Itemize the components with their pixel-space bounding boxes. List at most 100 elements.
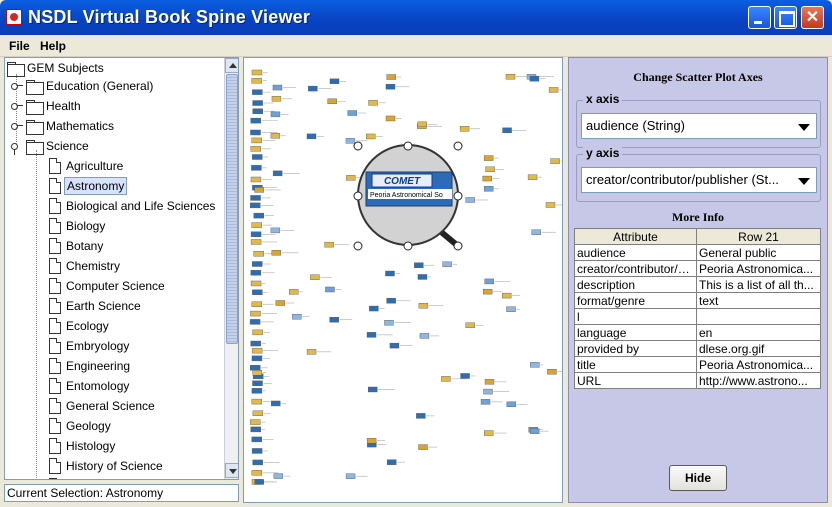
scatter-point[interactable] bbox=[385, 115, 396, 122]
scatter-point[interactable] bbox=[550, 158, 560, 164]
resize-handle[interactable] bbox=[403, 241, 413, 251]
scatter-point[interactable] bbox=[273, 473, 284, 479]
tree-item[interactable]: Geology bbox=[5, 416, 113, 436]
table-row[interactable]: format/genre text bbox=[574, 292, 821, 309]
scatter-point[interactable] bbox=[484, 379, 495, 385]
collapse-handle-icon[interactable] bbox=[11, 141, 23, 155]
scroll-up-button[interactable] bbox=[225, 58, 238, 73]
scatter-point[interactable] bbox=[547, 369, 557, 375]
scatter-point[interactable] bbox=[384, 320, 394, 326]
tree-item[interactable]: Embryology bbox=[5, 336, 131, 356]
tree-root[interactable]: GEM Subjects bbox=[5, 58, 106, 78]
scatter-point[interactable] bbox=[482, 288, 493, 295]
scatter-point[interactable] bbox=[254, 187, 264, 193]
column-header-row[interactable]: Row 21 bbox=[696, 228, 821, 245]
scatter-point[interactable] bbox=[485, 166, 495, 173]
scatter-point[interactable] bbox=[250, 270, 262, 276]
scatter-point[interactable] bbox=[251, 301, 263, 307]
tree-scrollbar[interactable] bbox=[224, 58, 238, 479]
scatter-point[interactable] bbox=[292, 314, 302, 320]
scatter-point[interactable] bbox=[252, 459, 263, 466]
scatter-point[interactable] bbox=[459, 126, 470, 132]
tree-item[interactable]: History of Science bbox=[5, 456, 165, 476]
resize-handle[interactable] bbox=[353, 191, 363, 201]
scatter-point[interactable] bbox=[345, 473, 356, 479]
scatter-point[interactable] bbox=[270, 111, 281, 118]
scatter-point[interactable] bbox=[249, 202, 261, 209]
scatter-point[interactable] bbox=[250, 146, 261, 152]
scatter-point[interactable] bbox=[250, 129, 261, 136]
scatter-point[interactable] bbox=[251, 78, 262, 84]
scroll-down-button[interactable] bbox=[225, 463, 238, 478]
tree-item[interactable]: Biology bbox=[5, 216, 107, 236]
scatter-point[interactable] bbox=[308, 85, 318, 92]
scatter-point[interactable] bbox=[289, 289, 299, 295]
scatter-point[interactable] bbox=[345, 138, 356, 144]
scatter-point[interactable] bbox=[250, 195, 261, 201]
scatter-point[interactable] bbox=[254, 479, 264, 485]
scatter-point[interactable] bbox=[271, 400, 281, 407]
table-row[interactable]: title Peoria Astronomica... bbox=[574, 356, 821, 373]
scatter-point[interactable] bbox=[529, 428, 540, 434]
tree-item[interactable]: Science bbox=[5, 136, 91, 156]
scatter-point[interactable] bbox=[418, 444, 428, 450]
scatter-point[interactable] bbox=[270, 133, 281, 139]
close-button[interactable]: ✕ bbox=[801, 6, 824, 29]
scatter-point[interactable] bbox=[252, 89, 263, 95]
scatter-point[interactable] bbox=[441, 376, 451, 382]
scatter-point[interactable] bbox=[442, 261, 452, 267]
scatter-point[interactable] bbox=[465, 197, 475, 203]
resize-handle[interactable] bbox=[403, 141, 413, 151]
scatter-point[interactable] bbox=[251, 137, 262, 144]
scatter-point[interactable] bbox=[252, 108, 263, 114]
scatter-point[interactable] bbox=[253, 212, 265, 219]
scatter-point[interactable] bbox=[484, 430, 494, 436]
scatter-point[interactable] bbox=[386, 298, 396, 304]
scatter-point[interactable] bbox=[250, 231, 262, 237]
scatter-point[interactable] bbox=[249, 319, 261, 325]
scroll-thumb[interactable] bbox=[226, 74, 238, 344]
scatter-point[interactable] bbox=[417, 274, 428, 280]
scatter-point[interactable] bbox=[506, 401, 517, 408]
scatter-point[interactable] bbox=[460, 373, 470, 379]
scatter-point[interactable] bbox=[251, 347, 263, 354]
scatter-point[interactable] bbox=[386, 459, 397, 465]
minimize-button[interactable] bbox=[748, 6, 771, 29]
scatter-point[interactable] bbox=[306, 349, 317, 355]
scatter-point[interactable] bbox=[252, 370, 262, 376]
scatter-point[interactable] bbox=[251, 398, 263, 405]
scatter-point[interactable] bbox=[480, 399, 491, 405]
scatter-point[interactable] bbox=[272, 170, 283, 177]
tree-item[interactable]: Mathematics bbox=[5, 116, 116, 136]
scatter-point[interactable] bbox=[251, 154, 263, 160]
scatter-point[interactable] bbox=[418, 302, 429, 309]
scatter-point[interactable] bbox=[389, 342, 400, 349]
scatter-point[interactable] bbox=[251, 388, 263, 394]
scatter-point[interactable] bbox=[545, 202, 556, 208]
scatter-point[interactable] bbox=[501, 292, 512, 299]
scatter-point[interactable] bbox=[482, 175, 492, 182]
scatter-point[interactable] bbox=[250, 176, 262, 183]
scatter-point[interactable] bbox=[366, 332, 377, 338]
scatter-point[interactable] bbox=[250, 239, 262, 245]
scatter-point[interactable] bbox=[502, 127, 512, 134]
scatter-point[interactable] bbox=[252, 261, 263, 267]
scatter-point[interactable] bbox=[531, 229, 541, 235]
scatter-point[interactable] bbox=[329, 78, 340, 85]
resize-handle[interactable] bbox=[453, 191, 463, 201]
scatter-point[interactable] bbox=[386, 74, 396, 80]
scatter-point[interactable] bbox=[369, 305, 379, 312]
tree-item[interactable]: Histology bbox=[5, 436, 117, 456]
hide-button[interactable]: Hide bbox=[669, 465, 727, 491]
maximize-button[interactable] bbox=[774, 6, 797, 29]
y-axis-select[interactable]: creator/contributor/publisher (St... bbox=[581, 167, 817, 193]
scatter-point[interactable] bbox=[530, 362, 540, 368]
scatter-point[interactable] bbox=[252, 410, 264, 416]
scatter-point[interactable] bbox=[251, 436, 262, 443]
scatter-point[interactable] bbox=[346, 175, 356, 181]
x-axis-select[interactable]: audience (String) bbox=[581, 113, 817, 139]
scatter-point[interactable] bbox=[251, 165, 262, 171]
table-row[interactable]: l bbox=[574, 308, 821, 325]
magnifier-lens[interactable]: COMET Peoria Astronomical So bbox=[357, 144, 461, 249]
tree-item[interactable]: Astronomy bbox=[5, 176, 128, 196]
